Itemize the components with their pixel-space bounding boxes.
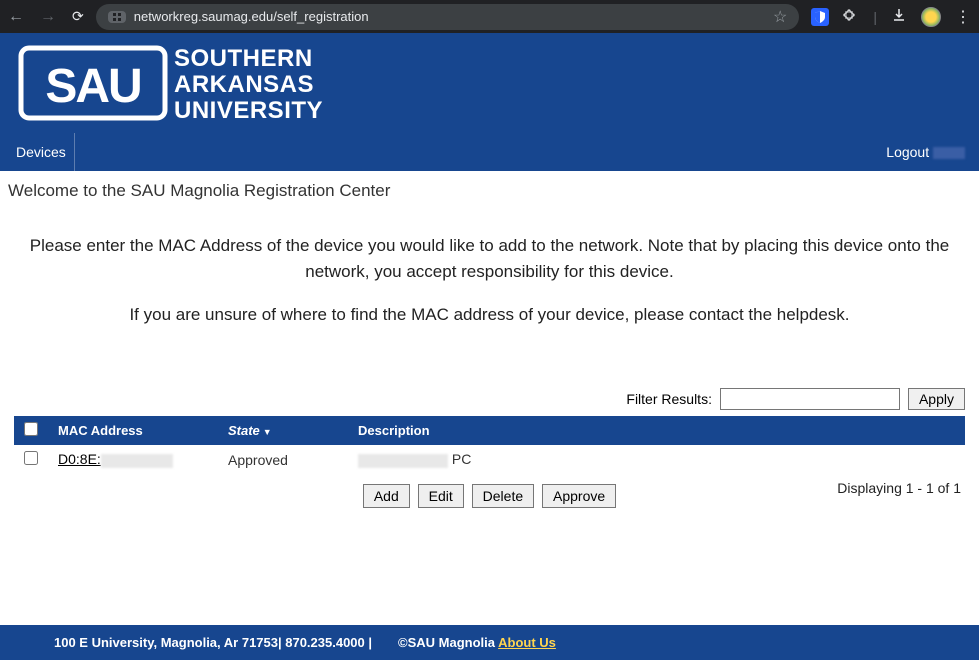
footer-address: 100 E University, Magnolia, Ar 71753| 87… <box>54 635 372 650</box>
select-all-checkbox[interactable] <box>24 422 38 436</box>
page-title: Welcome to the SAU Magnolia Registration… <box>0 171 979 207</box>
display-count: Displaying 1 - 1 of 1 <box>837 480 961 496</box>
apply-button[interactable]: Apply <box>908 388 965 410</box>
sau-logo-mark: SAU <box>18 40 168 126</box>
url-text: networkreg.saumag.edu/self_registration <box>134 9 369 24</box>
mac-redacted <box>101 454 173 468</box>
about-us-link[interactable]: About Us <box>498 635 556 650</box>
filter-label: Filter Results: <box>626 391 712 407</box>
instruction-line-2: If you are unsure of where to find the M… <box>20 302 959 328</box>
row-checkbox[interactable] <box>24 451 38 465</box>
nav-logout[interactable]: Logout <box>886 144 971 160</box>
extensions-icon[interactable] <box>843 7 859 26</box>
profile-avatar-icon[interactable] <box>921 7 941 27</box>
mac-address-link[interactable]: D0:8E: <box>58 451 101 467</box>
logout-label: Logout <box>886 144 929 160</box>
forward-icon[interactable]: → <box>40 8 56 26</box>
site-header: SAU SOUTHERN ARKANSAS UNIVERSITY <box>0 33 979 133</box>
footer-copyright: ©SAU Magnolia About Us <box>398 635 556 650</box>
sau-logo-text: SOUTHERN ARKANSAS UNIVERSITY <box>174 42 394 124</box>
svg-text:SAU: SAU <box>45 60 140 113</box>
username-redacted <box>933 147 965 159</box>
header-description[interactable]: Description <box>348 416 965 445</box>
back-icon[interactable]: ← <box>8 8 24 26</box>
bookmark-icon[interactable]: ☆ <box>773 7 787 27</box>
action-row: Displaying 1 - 1 of 1 Add Edit Delete Ap… <box>0 484 979 508</box>
main-nav: Devices Logout <box>0 133 979 171</box>
nav-devices[interactable]: Devices <box>8 133 75 171</box>
instruction-line-1: Please enter the MAC Address of the devi… <box>20 233 959 286</box>
row-description: PC <box>348 445 965 474</box>
site-logo[interactable]: SAU SOUTHERN ARKANSAS UNIVERSITY <box>18 40 394 126</box>
row-state: Approved <box>218 445 348 474</box>
site-footer: 100 E University, Magnolia, Ar 71753| 87… <box>0 625 979 660</box>
svg-text:UNIVERSITY: UNIVERSITY <box>174 97 323 124</box>
download-icon[interactable] <box>891 7 907 26</box>
site-settings-icon[interactable] <box>108 11 126 23</box>
devices-table: MAC Address State▼ Description D0:8E: Ap… <box>14 416 965 474</box>
sort-desc-icon: ▼ <box>263 427 272 437</box>
svg-text:SOUTHERN: SOUTHERN <box>174 45 313 72</box>
filter-input[interactable] <box>720 388 900 410</box>
delete-button[interactable]: Delete <box>472 484 534 508</box>
toolbar-divider: | <box>873 9 877 25</box>
table-row: D0:8E: Approved PC <box>14 445 965 474</box>
approve-button[interactable]: Approve <box>542 484 616 508</box>
instructions-block: Please enter the MAC Address of the devi… <box>20 233 959 328</box>
reload-icon[interactable]: ⟳ <box>72 8 84 25</box>
header-state[interactable]: State▼ <box>218 416 348 445</box>
extension-shield-icon[interactable] <box>811 8 829 26</box>
edit-button[interactable]: Edit <box>418 484 464 508</box>
address-bar[interactable]: networkreg.saumag.edu/self_registration … <box>96 4 800 30</box>
svg-text:ARKANSAS: ARKANSAS <box>174 71 314 98</box>
browser-toolbar: ← → ⟳ networkreg.saumag.edu/self_registr… <box>0 0 979 33</box>
add-button[interactable]: Add <box>363 484 410 508</box>
table-header-row: MAC Address State▼ Description <box>14 416 965 445</box>
desc-redacted <box>358 454 448 468</box>
filter-row: Filter Results: Apply <box>14 388 965 410</box>
menu-icon[interactable]: ⋮ <box>955 7 971 27</box>
header-mac[interactable]: MAC Address <box>48 416 218 445</box>
